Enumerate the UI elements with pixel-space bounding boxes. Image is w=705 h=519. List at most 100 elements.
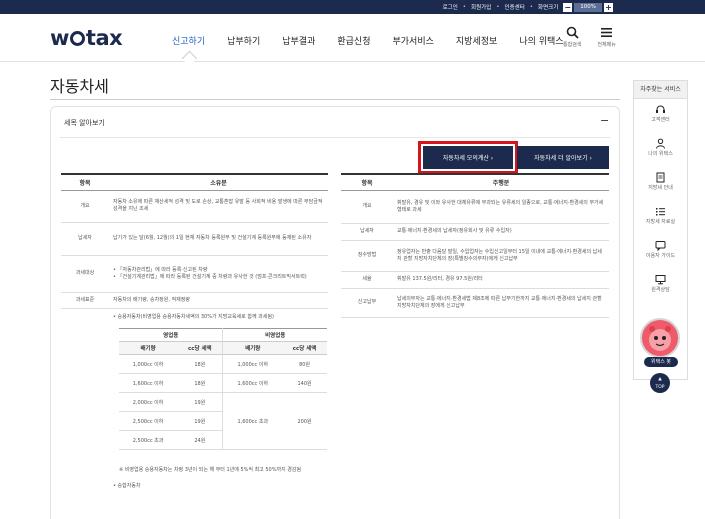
row-value: 자동차 소유에 따른 재산세적 성격 및 도로 손상, 교통혼잡 유발 등 사회… bbox=[109, 190, 328, 223]
cell: 140원 bbox=[282, 373, 327, 393]
table-row: 1,000cc 이하 18원 1,000cc 이하 80원 bbox=[119, 354, 327, 374]
top-label: TOP bbox=[655, 385, 665, 390]
col-tax-per-cc: cc당 세액 bbox=[282, 341, 327, 355]
table-row: 납세자 납기가 있는 달(6월, 12월)의 1일 현재 자동차 등록원부 및 … bbox=[61, 222, 328, 256]
headset-icon bbox=[634, 104, 687, 116]
screen-size-label: 화면크기 bbox=[538, 5, 559, 11]
cert-center-link[interactable]: 인증센터 bbox=[505, 3, 525, 11]
cell: 200원 bbox=[282, 392, 327, 450]
signup-link[interactable]: 회원가입 bbox=[471, 3, 491, 11]
col-header-item: 항목 bbox=[341, 173, 393, 191]
nav-my-wetax[interactable]: 나의 위택스 bbox=[519, 34, 563, 47]
chat-icon bbox=[634, 240, 687, 252]
sidebar-item-label: 지방세 안내 bbox=[648, 185, 673, 191]
group-business: 영업용 bbox=[119, 328, 224, 342]
rate-table: 영업용 비영업용 배기량 cc당 세액 배기량 cc당 세액 1,000cc 이… bbox=[119, 328, 327, 450]
zoom-value: 100% bbox=[574, 2, 602, 12]
col-displacement: 배기량 bbox=[119, 341, 178, 355]
nav-extra-services[interactable]: 부가서비스 bbox=[393, 34, 434, 47]
sidebar-item-my-wetax[interactable]: 나의 위택스 bbox=[634, 133, 687, 167]
chatbot-mascot[interactable] bbox=[640, 318, 680, 358]
bullet-text: 승합자동차 bbox=[117, 482, 141, 489]
cell: 80원 bbox=[282, 354, 327, 374]
row-header: 신고납부 bbox=[341, 288, 393, 318]
sidebar-item-label: 지방세 자료실 bbox=[645, 219, 676, 225]
cell: 1,600cc 초과 bbox=[222, 392, 283, 450]
main-nav: 신고하기 납부하기 납부결과 환급신청 부가서비스 지방세정보 나의 위택스 bbox=[172, 34, 586, 47]
col-header-ownership: 소유분 bbox=[109, 173, 328, 191]
nav-payment-result[interactable]: 납부결과 bbox=[282, 34, 315, 47]
sidebar-item-customer-center[interactable]: 고객센터 bbox=[634, 99, 687, 133]
table-row: 신고납부 납세의무자는 교통·에너지·환경세법 제8조에 따른 납부기한까지 교… bbox=[341, 288, 609, 318]
rate-note: 승용자동차(비영업용 승용자동차세액의 30%가 지방교육세로 함께 과세됨) bbox=[117, 313, 274, 320]
chatbot-label[interactable]: 위택스 봇 bbox=[644, 357, 678, 367]
cell: 19원 bbox=[177, 392, 224, 412]
sidebar-item-user-guide[interactable]: 이용자 가이드 bbox=[634, 235, 687, 269]
row-header: 세율 bbox=[341, 271, 393, 289]
zoom-in-button[interactable]: + bbox=[604, 2, 613, 12]
row-header bbox=[61, 308, 109, 517]
document-icon bbox=[634, 172, 687, 184]
sidebar-item-remote-support[interactable]: 원격상담 bbox=[634, 269, 687, 303]
zoom-out-button[interactable]: − bbox=[563, 2, 573, 12]
row-header: 징수방법 bbox=[341, 240, 393, 272]
table-row: 징수방법 정유업자는 반출 다음달 말일, 수입업자는 수입신고일부터 15일 … bbox=[341, 240, 609, 272]
sidebar-item-label: 나의 위택스 bbox=[648, 151, 673, 157]
card-title: 세목 알아보기 bbox=[64, 119, 105, 127]
table-row: 과세표준 자동차의 배기량, 승차정원, 적재정량 bbox=[61, 292, 328, 309]
cell: 24원 bbox=[177, 430, 224, 450]
logo-e-mark bbox=[69, 31, 85, 46]
rate-footnote: ※ 비영업용 승용자동차는 차령 3년이 되는 해 부터 1년에 5%씩 최고 … bbox=[119, 466, 302, 473]
all-menu-button[interactable]: 전체메뉴 bbox=[597, 26, 616, 48]
row-value: 납기가 있는 달(6월, 12월)의 1일 현재 자동차 등록원부 및 건설기계… bbox=[109, 222, 328, 256]
search-icon bbox=[563, 26, 581, 41]
sidebar-item-tax-library[interactable]: 지방세 자료실 bbox=[634, 201, 687, 235]
logo-text-w: w bbox=[50, 26, 69, 50]
group-non-business: 비영업용 bbox=[222, 328, 327, 342]
auto-tax-simulation-button[interactable]: 자동차세 모의계산 › bbox=[418, 141, 518, 174]
nav-local-tax-info[interactable]: 지방세정보 bbox=[456, 34, 497, 47]
table-row: 개요 자동차 소유에 따른 재산세적 성격 및 도로 손상, 교통혼잡 유발 등… bbox=[61, 190, 328, 223]
collapse-button[interactable]: − bbox=[600, 114, 609, 127]
divider-dot: • bbox=[529, 4, 534, 10]
row-header: 납세자 bbox=[61, 222, 109, 256]
wetax-logo[interactable]: w tax bbox=[50, 26, 123, 50]
nav-refund[interactable]: 환급신청 bbox=[337, 34, 370, 47]
scroll-top-button[interactable]: ▲ TOP bbox=[650, 373, 670, 393]
cell: 1,000cc 이하 bbox=[119, 354, 178, 374]
auto-tax-learn-more-button[interactable]: 자동차세 더 알아보기 › bbox=[517, 146, 609, 169]
person-icon bbox=[634, 138, 687, 150]
sidebar-item-label: 원격상담 bbox=[651, 287, 670, 293]
col-displacement: 배기량 bbox=[222, 341, 283, 355]
sidebar-title: 자주찾는 서비스 bbox=[634, 81, 687, 99]
menu-label: 전체메뉴 bbox=[597, 42, 616, 48]
table-row: 과세대상 • 「자동차관리법」에 따라 등록·신고된 차량 • 「건설기계관리법… bbox=[61, 255, 328, 293]
site-header: w tax 신고하기 납부하기 납부결과 환급신청 부가서비스 지방세정보 나의 … bbox=[0, 14, 705, 62]
login-link[interactable]: 로그인 bbox=[443, 3, 458, 11]
row-value: 휘발유 137.5원/리터, 경유 97.5원/리터 bbox=[393, 271, 609, 289]
table-row: 세율 휘발유 137.5원/리터, 경유 97.5원/리터 bbox=[341, 271, 609, 289]
row-value: 정유업자는 반출 다음달 말일, 수입업자는 수입신고일부터 15일 이내에 교… bbox=[393, 240, 609, 272]
integrated-search-button[interactable]: 통합검색 bbox=[563, 26, 581, 48]
bullet-text: 「건설기계관리법」에 따라 등록된 건설기계 중 차량과 유사한 것 (덤프·콘… bbox=[117, 273, 307, 280]
table-row: 납세자 교통·에너지·환경세의 납세자(정유회사 및 유류 수입자) bbox=[341, 223, 609, 241]
row-value: 휘발유, 경유 및 이와 유사한 대체유류에 부과되는 유류세의 일종으로, 교… bbox=[393, 190, 609, 224]
zoom-control: − 100% + bbox=[563, 2, 613, 12]
cell: 2,000cc 이하 bbox=[119, 392, 178, 412]
logo-text-tax: tax bbox=[85, 26, 123, 50]
arrow-up-icon: ▲ bbox=[658, 377, 662, 382]
sidebar-item-tax-guide[interactable]: 지방세 안내 bbox=[634, 167, 687, 201]
table-row: 1,600cc 이하 18원 1,600cc 이하 140원 bbox=[119, 373, 327, 393]
col-header-item: 항목 bbox=[61, 173, 109, 191]
cell: 2,500cc 이하 bbox=[119, 411, 178, 431]
list-icon bbox=[634, 206, 687, 218]
divider-dot: • bbox=[496, 4, 500, 10]
header-tools: 통합검색 전체메뉴 bbox=[563, 26, 616, 48]
cell: 1,600cc 이하 bbox=[119, 373, 178, 393]
row-header: 납세자 bbox=[341, 223, 393, 241]
top-utility-bar: 로그인 • 회원가입 • 인증센터 • 화면크기 − 100% + bbox=[0, 0, 705, 14]
nav-payment[interactable]: 납부하기 bbox=[227, 34, 260, 47]
col-tax-per-cc: cc당 세액 bbox=[177, 341, 224, 355]
nav-file-return[interactable]: 신고하기 bbox=[172, 34, 205, 47]
table-row: 2,000cc 이하 19원 1,600cc 초과 200원 bbox=[119, 392, 327, 450]
